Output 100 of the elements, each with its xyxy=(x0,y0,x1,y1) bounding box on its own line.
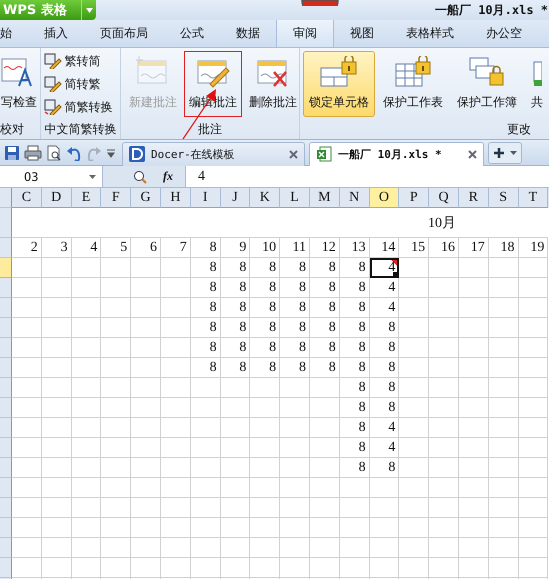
ribbon-tab[interactable]: 办公空 xyxy=(470,20,538,47)
corner-header[interactable] xyxy=(0,188,12,208)
row-header[interactable] xyxy=(0,538,12,558)
table-cell xyxy=(429,318,459,338)
table-cell xyxy=(458,338,489,358)
ribbon-tab[interactable]: 数据 xyxy=(220,20,276,47)
row-header[interactable] xyxy=(0,518,12,538)
close-icon[interactable] xyxy=(468,150,477,158)
print-preview-icon[interactable] xyxy=(46,144,62,160)
row-header[interactable] xyxy=(0,398,12,418)
column-header[interactable]: P xyxy=(399,188,430,208)
table-cell xyxy=(12,358,42,378)
column-header[interactable]: O xyxy=(370,188,400,208)
ribbon-tab[interactable]: 视图 xyxy=(334,20,390,47)
save-icon[interactable] xyxy=(4,144,20,160)
table-cell xyxy=(429,478,459,498)
ribbon-button[interactable]: 保护工作表 xyxy=(377,51,449,117)
dropdown-icon[interactable] xyxy=(106,148,116,158)
ribbon-tab[interactable]: 页面布局 xyxy=(84,20,164,47)
ribbon-button[interactable]: 锁定单元格 xyxy=(303,51,375,117)
ribbon-button[interactable]: 写检查 xyxy=(0,51,38,117)
table-cell xyxy=(488,298,519,318)
ribbon-button[interactable]: 简繁转换 xyxy=(44,96,120,118)
print-icon[interactable] xyxy=(24,144,42,160)
row-header[interactable] xyxy=(0,378,12,398)
table-cell xyxy=(399,538,430,558)
group-label: 校对 xyxy=(0,121,25,138)
table-cell: 8 xyxy=(340,398,370,418)
table-cell xyxy=(280,518,310,538)
row-header[interactable] xyxy=(0,318,12,338)
ribbon-tab[interactable]: 始 xyxy=(0,20,28,47)
table-cell xyxy=(429,418,459,438)
row-header[interactable] xyxy=(0,298,12,318)
ribbon-button[interactable]: 共 xyxy=(525,51,549,117)
column-header[interactable]: D xyxy=(42,188,72,208)
table-cell: 15 xyxy=(399,238,430,258)
column-header[interactable]: E xyxy=(72,188,102,208)
ribbon-button[interactable]: 简转繁 xyxy=(44,73,120,95)
table-cell xyxy=(160,318,191,338)
row-header[interactable] xyxy=(0,338,12,358)
table-cell xyxy=(190,418,221,438)
table-cell: 9 xyxy=(220,238,250,258)
row-header[interactable] xyxy=(0,258,12,278)
table-cell: 8 xyxy=(340,298,370,318)
column-header[interactable]: F xyxy=(101,188,132,208)
table-cell xyxy=(488,358,519,378)
column-header[interactable]: N xyxy=(340,188,370,208)
row-header[interactable] xyxy=(0,418,12,438)
ribbon-button[interactable]: 繁转简 xyxy=(44,50,120,72)
ribbon-button[interactable]: 保护工作簿 xyxy=(451,51,523,117)
column-header[interactable]: M xyxy=(310,188,340,208)
column-header[interactable]: J xyxy=(220,188,250,208)
new-tab-button[interactable] xyxy=(488,142,522,164)
row-header[interactable] xyxy=(0,358,12,378)
ribbon-tab[interactable]: 插入 xyxy=(28,20,84,47)
row-header[interactable] xyxy=(0,478,12,498)
search-icon[interactable] xyxy=(133,170,147,184)
document-tab[interactable]: 一船厂 10月.xls * xyxy=(309,142,484,166)
locked-cells-icon xyxy=(320,56,358,88)
column-header[interactable]: Q xyxy=(429,188,459,208)
column-header[interactable]: L xyxy=(280,188,310,208)
undo-icon[interactable] xyxy=(66,144,82,160)
ribbon-tab[interactable]: 公式 xyxy=(164,20,220,47)
column-header[interactable]: K xyxy=(250,188,280,208)
row-header[interactable] xyxy=(0,438,12,458)
table-cell xyxy=(72,498,102,518)
function-button[interactable]: fx xyxy=(163,169,173,184)
row-header[interactable] xyxy=(0,208,12,238)
table-cell xyxy=(518,338,548,358)
column-header[interactable]: I xyxy=(190,188,221,208)
column-header[interactable]: H xyxy=(160,188,191,208)
column-header[interactable]: S xyxy=(488,188,519,208)
row-header[interactable] xyxy=(0,278,12,298)
ribbon-tab[interactable]: 审阅 xyxy=(276,20,334,47)
table-cell xyxy=(370,518,400,538)
table-cell xyxy=(42,498,72,518)
table-cell xyxy=(340,538,370,558)
table-cell xyxy=(399,418,430,438)
table-cell xyxy=(42,278,72,298)
table-cell xyxy=(131,258,161,278)
table-cell: 17 xyxy=(458,238,489,258)
row-header[interactable] xyxy=(0,498,12,518)
table-cell xyxy=(72,258,102,278)
row-header[interactable] xyxy=(0,458,12,478)
row-header[interactable] xyxy=(0,238,12,258)
close-icon[interactable] xyxy=(289,150,298,158)
table-cell: 8 xyxy=(370,358,400,378)
column-header[interactable]: G xyxy=(131,188,161,208)
column-header[interactable]: T xyxy=(518,188,548,208)
ribbon-tab[interactable]: 表格样式 xyxy=(390,20,470,47)
column-header[interactable]: C xyxy=(12,188,42,208)
table-cell xyxy=(488,498,519,518)
table-cell xyxy=(518,498,548,518)
document-tab[interactable]: Docer-在线模板 xyxy=(122,142,305,166)
row-header[interactable] xyxy=(0,558,12,578)
column-header[interactable]: R xyxy=(458,188,489,208)
formula-input[interactable]: 4 xyxy=(186,166,549,187)
ribbon-button[interactable]: 删除批注 xyxy=(244,51,302,117)
table-cell xyxy=(12,418,42,438)
table-cell xyxy=(42,318,72,338)
